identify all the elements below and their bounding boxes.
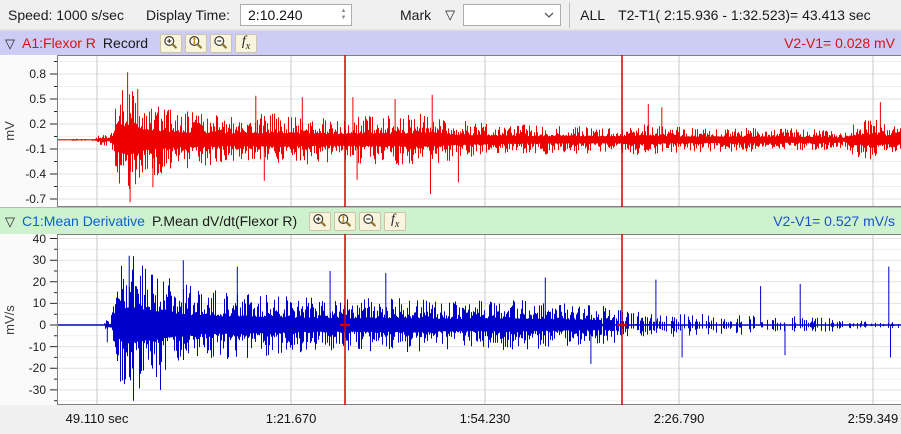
channel-a1-mode: Record — [102, 35, 149, 51]
y-tick-label: -0.4 — [25, 167, 46, 181]
fx-icon: fx — [241, 34, 251, 52]
zoom-out-icon — [363, 213, 377, 227]
mark-dropdown[interactable] — [463, 3, 562, 26]
main-toolbar: Speed: 1000 s/sec Display Time: ▲ ▼ Mark… — [0, 0, 901, 30]
time-tick-label: 1:54.230 — [459, 411, 511, 426]
display-time-input[interactable] — [241, 6, 337, 23]
y-tick-label: 20 — [32, 274, 46, 289]
y-tick-label: 0 — [39, 318, 46, 332]
chevron-down-icon — [544, 12, 554, 18]
y-tick-label: 30 — [32, 253, 46, 268]
channel-a1-title: A1:Flexor R — [22, 35, 96, 51]
channel-a1-toolbar: fx — [160, 33, 258, 53]
mark-menu-triangle-icon[interactable]: ▽ — [445, 8, 455, 21]
function-fx-button[interactable]: fx — [235, 33, 258, 53]
zoom-vertical-button[interactable] — [185, 33, 208, 53]
channel-c1-toolbar: fx — [309, 211, 407, 231]
channel-a1-unit-label: mV — [2, 121, 17, 141]
channel-a1-delta-readout: V2-V1= 0.028 mV — [784, 35, 895, 51]
y-tick-label: 10 — [32, 296, 46, 311]
channel-c1-title: C1:Mean Derivative — [22, 213, 145, 229]
channel-c1-unit-label: mV/s — [2, 304, 17, 335]
zoom-in-button[interactable] — [309, 211, 332, 231]
zoom-in-icon — [313, 213, 327, 227]
channel-c1-plot[interactable] — [57, 234, 901, 405]
zoom-out-icon — [214, 35, 227, 49]
channel-c1-delta-readout: V2-V1= 0.527 mV/s — [773, 213, 895, 229]
toolbar-divider — [569, 1, 571, 28]
y-tick-label: 0.5 — [29, 92, 46, 106]
time-tick-label: 2:59.349 — [847, 411, 899, 426]
channel-c1-header: ▽ C1:Mean Derivative P.Mean dV/dt(Flexor… — [0, 207, 901, 234]
spinner-up-icon[interactable]: ▲ — [341, 8, 347, 15]
channel-c1-y-axis: mV/s 40 30 20 10 0 -10 -20 -30 — [0, 234, 57, 405]
time-tick-label: 1:21.670 — [265, 411, 317, 426]
time-tick-label: 49.110 sec — [65, 411, 129, 426]
time-axis-labels: 49.110 sec 1:21.670 1:54.230 2:26.790 2:59.3… — [57, 411, 901, 431]
zoom-in-button[interactable] — [160, 33, 183, 53]
channel-a1-plot[interactable] — [57, 55, 901, 207]
channel-c1-tick-marks — [50, 238, 57, 402]
channel-a1-body: mV 0.8 0.5 0.2 -0.1 -0.4 -0.7 — [0, 55, 901, 207]
y-tick-label: -30 — [28, 382, 46, 397]
function-fx-button[interactable]: fx — [384, 211, 407, 231]
y-tick-label: 0.2 — [29, 117, 46, 131]
channel-c1-mode: P.Mean dV/dt(Flexor R) — [151, 213, 298, 229]
mark-label: Mark — [400, 6, 432, 23]
display-time-field[interactable]: ▲ ▼ — [240, 3, 353, 26]
display-time-spinner[interactable]: ▲ ▼ — [336, 5, 351, 25]
channel-a1-header: ▽ A1:Flexor R Record fx V2-V1= 0.028 mV — [0, 30, 901, 55]
time-axis: 49.110 sec 1:21.670 1:54.230 2:26.790 2:59.3… — [0, 405, 901, 434]
zoom-in-icon — [164, 35, 177, 49]
zoom-vertical-icon — [338, 213, 352, 227]
t2t1-delta-readout: T2-T1( 2:15.936 - 1:32.523)= 43.413 sec — [618, 6, 871, 23]
channel-c1-waveform[interactable] — [57, 234, 901, 405]
channel-a1-waveform[interactable] — [57, 55, 901, 207]
display-time-label: Display Time: — [145, 6, 231, 23]
y-tick-label: 40 — [32, 234, 46, 246]
y-tick-label: -10 — [28, 339, 46, 354]
channel-c1-body: mV/s 40 30 20 10 0 -10 -20 -30 — [0, 234, 901, 405]
channel-a1-menu-triangle-icon[interactable]: ▽ — [5, 37, 15, 50]
zoom-vertical-icon — [189, 35, 202, 49]
y-tick-label: -0.1 — [25, 142, 46, 156]
zoom-out-button[interactable] — [359, 211, 382, 231]
y-tick-label: 0.8 — [29, 67, 46, 81]
speed-label: Speed: 1000 s/sec — [8, 6, 124, 23]
fx-icon: fx — [391, 212, 400, 230]
y-tick-label: -0.7 — [25, 192, 46, 206]
zoom-out-button[interactable] — [210, 33, 233, 53]
all-label: ALL — [580, 6, 606, 23]
channel-a1-y-axis: mV 0.8 0.5 0.2 -0.1 -0.4 -0.7 — [0, 55, 57, 207]
y-tick-label: -20 — [28, 361, 46, 376]
spinner-down-icon[interactable]: ▼ — [341, 15, 347, 22]
zoom-vertical-button[interactable] — [334, 211, 357, 231]
time-tick-label: 2:26.790 — [653, 411, 705, 426]
channel-c1-menu-triangle-icon[interactable]: ▽ — [5, 215, 15, 228]
channel-a1-tick-marks — [50, 61, 57, 200]
